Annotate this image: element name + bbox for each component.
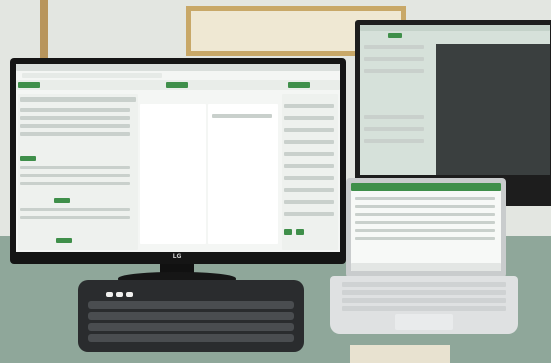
side-field — [364, 115, 424, 119]
side-field — [364, 45, 424, 49]
pager-button — [296, 229, 304, 235]
toolbar-button — [18, 82, 40, 88]
right-pane-item — [284, 212, 334, 216]
toolbar-button — [288, 82, 310, 88]
center-pane — [140, 104, 206, 244]
list-row — [20, 182, 130, 185]
laptop-row — [355, 205, 495, 208]
grid-row — [20, 108, 130, 112]
grid-row — [20, 124, 130, 128]
list-row — [20, 208, 130, 211]
monitor-brand-logo: LG — [172, 253, 182, 260]
laptop-keyboard — [342, 282, 506, 311]
side-tab — [388, 33, 402, 38]
right-pane-item — [284, 140, 334, 144]
right-pane-item — [284, 128, 334, 132]
laptop-row — [355, 213, 495, 216]
paper-card — [350, 345, 450, 363]
laptop-screen — [351, 183, 501, 271]
side-field — [364, 139, 424, 143]
laptop-header — [351, 183, 501, 191]
laptop-row — [355, 237, 495, 240]
laptop-row — [355, 197, 495, 200]
keyboard-keys — [88, 292, 294, 342]
list-row — [20, 216, 130, 219]
toolbar-button — [166, 82, 188, 88]
side-display-dark-panel — [436, 44, 550, 175]
right-pane-item — [284, 152, 334, 156]
left-tab — [56, 238, 72, 243]
right-pane-item — [284, 116, 334, 120]
left-tab — [54, 198, 70, 203]
right-pane-item — [284, 104, 334, 108]
laptop-row — [355, 221, 495, 224]
side-field — [364, 69, 424, 73]
side-tab-bar — [360, 25, 550, 31]
laptop-row — [355, 229, 495, 232]
browser-tab-bar — [16, 64, 340, 71]
right-pane-item — [284, 200, 334, 204]
left-tab — [20, 156, 36, 161]
document-line — [212, 114, 272, 118]
laptop-touchpad — [395, 314, 453, 330]
side-field — [364, 57, 424, 61]
document-pane — [208, 104, 278, 244]
address-bar — [22, 73, 162, 78]
grid-row — [20, 116, 130, 120]
right-pane-item — [284, 188, 334, 192]
right-pane-item — [284, 164, 334, 168]
pager-button — [284, 229, 292, 235]
right-pane-item — [284, 176, 334, 180]
grid-row — [20, 132, 130, 136]
left-pane-header — [20, 97, 136, 102]
side-field — [364, 127, 424, 131]
laptop-taskbar — [351, 263, 501, 271]
main-monitor-screen — [16, 64, 340, 252]
list-row — [20, 166, 130, 169]
list-row — [20, 174, 130, 177]
